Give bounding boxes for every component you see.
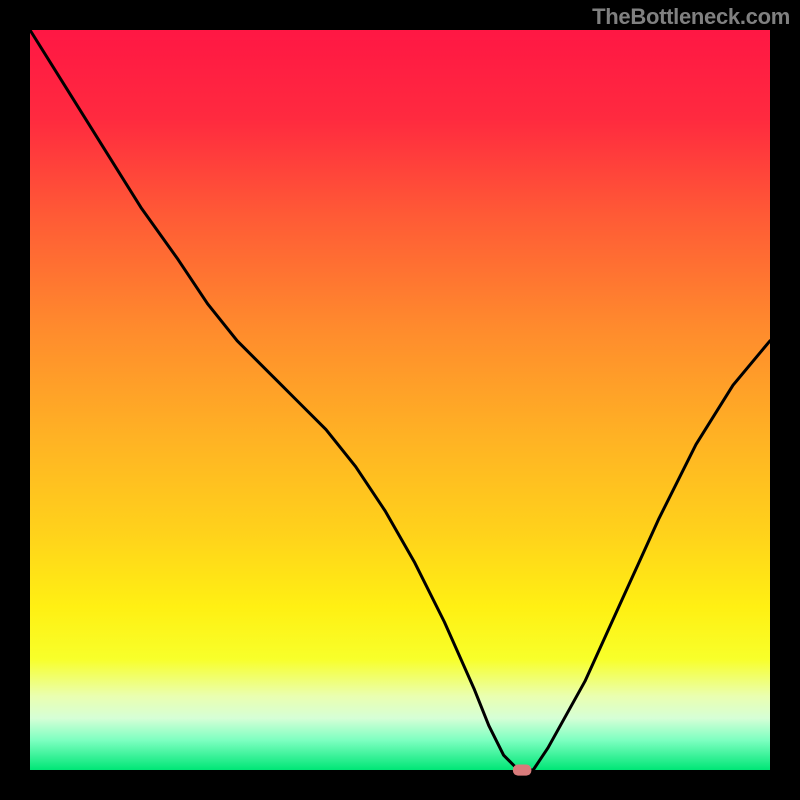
plot-background — [30, 30, 770, 770]
optimum-marker — [513, 765, 532, 776]
chart-container: TheBottleneck.com — [0, 0, 800, 800]
bottleneck-chart — [0, 0, 800, 800]
watermark-text: TheBottleneck.com — [592, 4, 790, 30]
